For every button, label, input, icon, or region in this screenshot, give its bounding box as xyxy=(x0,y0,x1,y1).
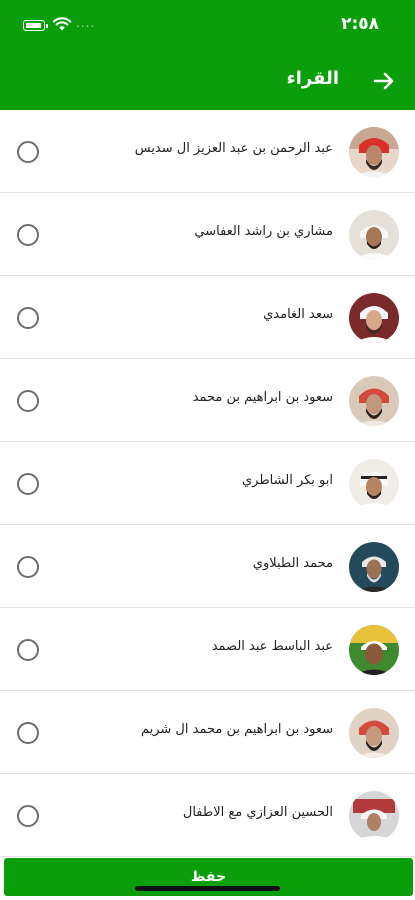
reciters-list: عبد الرحمن بن عبد العزيز ال سديس مشاري ب… xyxy=(0,110,415,857)
home-indicator xyxy=(135,886,280,891)
reciter-radio[interactable] xyxy=(17,141,39,163)
list-item[interactable]: عبد الرحمن بن عبد العزيز ال سديس xyxy=(0,110,415,193)
reciter-avatar xyxy=(349,542,399,592)
reciter-name: الحسين العزازي مع الاطفال xyxy=(182,805,333,820)
reciter-name: مشاري بن راشد العفاسي xyxy=(194,224,333,239)
reciter-avatar xyxy=(349,376,399,426)
list-item[interactable]: محمد الطبلاوي xyxy=(0,525,415,608)
status-time: ٢:٥٨ xyxy=(341,14,379,34)
reciter-radio[interactable] xyxy=(17,639,39,661)
reciter-radio[interactable] xyxy=(17,805,39,827)
reciter-avatar xyxy=(349,293,399,343)
page-title: القراء xyxy=(286,68,339,89)
battery-icon xyxy=(23,20,48,31)
reciter-avatar xyxy=(349,127,399,177)
app-bar: .... ٢:٥٨ القراء xyxy=(0,0,415,110)
reciters-screen: .... ٢:٥٨ القراء عبد الرحمن بن عبد العزي… xyxy=(0,0,415,900)
reciter-radio[interactable] xyxy=(17,473,39,495)
list-item[interactable]: مشاري بن راشد العفاسي xyxy=(0,193,415,276)
reciter-radio[interactable] xyxy=(17,224,39,246)
list-item[interactable]: ابو بكر الشاطري xyxy=(0,442,415,525)
list-item[interactable]: الحسين العزازي مع الاطفال xyxy=(0,774,415,857)
carrier-signal: .... xyxy=(76,16,96,30)
reciter-name: ابو بكر الشاطري xyxy=(241,473,333,488)
arrow-right-icon xyxy=(373,72,394,90)
reciter-avatar xyxy=(349,210,399,260)
list-item[interactable]: سعد الغامدي xyxy=(0,276,415,359)
reciter-name: سعود بن ابراهيم بن محمد ال شريم xyxy=(140,722,333,737)
reciter-name: عبد الباسط عبد الصمد xyxy=(211,639,333,654)
status-bar: .... ٢:٥٨ xyxy=(0,0,415,50)
reciter-name: محمد الطبلاوي xyxy=(252,556,333,571)
list-item[interactable]: سعود بن ابراهيم بن محمد ال شريم xyxy=(0,691,415,774)
reciter-radio[interactable] xyxy=(17,722,39,744)
reciter-avatar xyxy=(349,459,399,509)
reciter-avatar xyxy=(349,791,399,841)
reciter-radio[interactable] xyxy=(17,390,39,412)
wifi-icon xyxy=(52,17,72,31)
reciter-name: سعود بن ابراهيم بن محمد xyxy=(192,390,333,405)
list-item[interactable]: عبد الباسط عبد الصمد xyxy=(0,608,415,691)
reciter-avatar xyxy=(349,625,399,675)
reciter-name: سعد الغامدي xyxy=(263,307,333,322)
save-button-label: حفظ xyxy=(190,869,227,885)
list-item[interactable]: سعود بن ابراهيم بن محمد xyxy=(0,359,415,442)
reciter-avatar xyxy=(349,708,399,758)
reciter-name: عبد الرحمن بن عبد العزيز ال سديس xyxy=(134,141,333,156)
reciter-radio[interactable] xyxy=(17,556,39,578)
reciter-radio[interactable] xyxy=(17,307,39,329)
back-button[interactable] xyxy=(369,66,399,96)
